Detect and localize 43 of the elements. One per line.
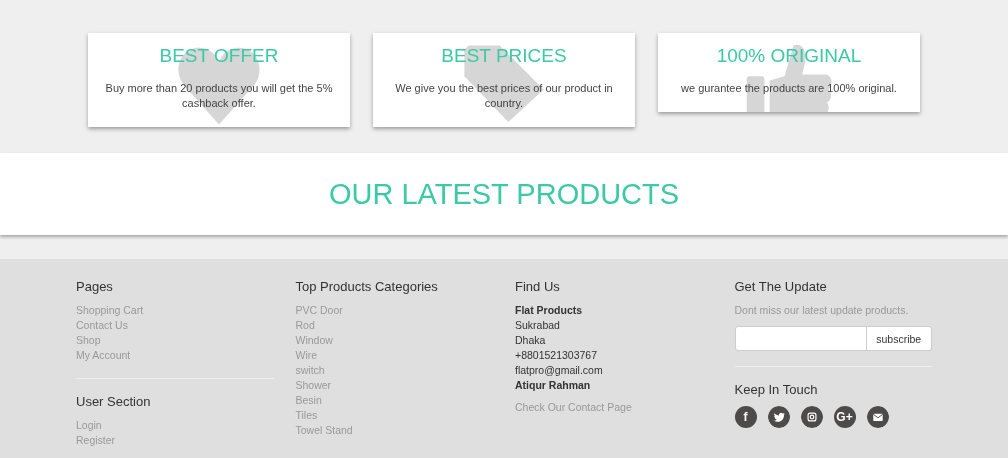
contact-info: Flat Products (515, 303, 583, 318)
column-heading: Find Us (515, 279, 560, 294)
section-title: OUR LATEST PRODUCTS (328, 177, 680, 211)
google-plus-icon[interactable]: G+ (833, 406, 856, 428)
update-description: Dont miss our latest update products. (734, 303, 909, 318)
card-title: BEST OFFER (158, 45, 280, 67)
card-text: we gurantee the products are 100% original. (680, 81, 898, 96)
footer-link[interactable]: Wire (295, 348, 318, 363)
footer-link[interactable]: Login (76, 418, 102, 433)
column-heading: Pages (76, 279, 113, 294)
footer-link[interactable]: Contact Us (76, 318, 128, 333)
footer-link[interactable]: Tiles (295, 408, 318, 423)
subscribe-button[interactable]: subscribe (866, 326, 932, 351)
contact-info: Dhaka (515, 333, 546, 348)
footer-link[interactable]: My Account (76, 348, 131, 363)
contact-info: flatpro@gmail.com (515, 363, 603, 378)
footer-link[interactable]: Towel Stand (295, 423, 353, 438)
footer-link[interactable]: switch (295, 363, 325, 378)
footer-link[interactable]: PVC Door (295, 303, 343, 318)
mail-icon[interactable] (866, 406, 889, 428)
footer-link[interactable]: Shower (295, 378, 332, 393)
contact-info: Sukrabad (515, 318, 560, 333)
card-title: BEST PRICES (440, 45, 568, 67)
column-heading: Keep In Touch (734, 382, 818, 397)
instagram-icon[interactable] (800, 406, 823, 428)
twitter-icon[interactable] (767, 406, 790, 428)
facebook-icon[interactable]: f (734, 406, 757, 428)
footer-link[interactable]: Besin (295, 393, 322, 408)
footer-link[interactable]: Window (295, 333, 333, 348)
column-heading: User Section (76, 394, 151, 409)
contact-info: +8801521303767 (515, 348, 598, 363)
contact-page-link[interactable]: Check Our Contact Page (515, 400, 632, 415)
card-title: 100% ORIGINAL (715, 45, 863, 67)
column-heading: Get The Update (734, 279, 827, 294)
footer-link[interactable]: Rod (295, 318, 315, 333)
column-heading: Top Products Categories (295, 279, 438, 294)
email-field[interactable] (734, 326, 867, 351)
contact-info: Atiqur Rahman (515, 378, 591, 393)
footer-link[interactable]: Shopping Cart (76, 303, 144, 318)
footer-link[interactable]: Shop (76, 333, 101, 348)
footer-link[interactable]: Register (76, 433, 116, 448)
card-text: We give you the best prices of our product in country. (394, 81, 614, 111)
card-text: Buy more than 20 products you will get the 5% cashback offer. (104, 81, 334, 111)
